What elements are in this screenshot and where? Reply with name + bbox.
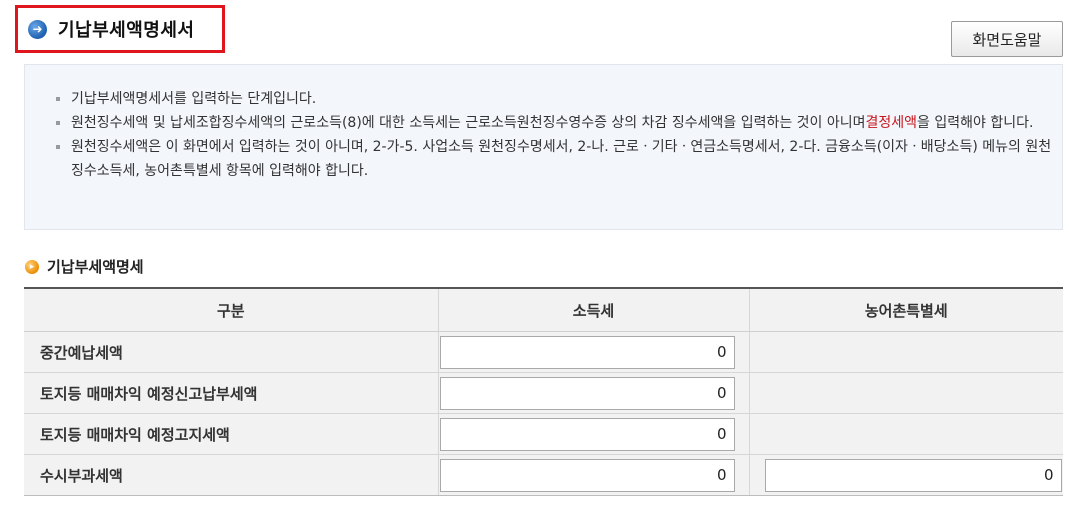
page-title: 기납부세액명세서	[58, 20, 195, 41]
rural-tax-cell-empty	[748, 372, 1063, 414]
info-text-2-post: 을 입력해야 합니다.	[917, 115, 1034, 131]
info-list: 기납부세액명세서를 입력하는 단계입니다. 원천징수세액 및 납세조합징수세액의…	[55, 87, 1055, 183]
interim-prepayment-income-tax-input[interactable]	[439, 335, 735, 369]
info-text-2-highlight: 결정세액	[865, 115, 918, 131]
rural-tax-cell-empty	[748, 413, 1063, 455]
row-label: 토지등 매매차익 예정신고납부세액	[24, 372, 438, 414]
info-item-1: 기납부세액명세서를 입력하는 단계입니다.	[55, 87, 1055, 111]
info-item-2: 원천징수세액 및 납세조합징수세액의 근로소득(8)에 대한 소득세는 근로소득…	[55, 111, 1055, 135]
column-header-income-tax: 소득세	[437, 287, 749, 332]
table-row: 중간예납세액	[24, 331, 1063, 373]
table-row: 토지등 매매차익 예정고지세액	[24, 413, 1063, 455]
column-header-category: 구분	[24, 287, 438, 332]
prepaid-tax-table: 구분 소득세 농어촌특별세 중간예납세액 토지등 매매차익 예정신고납부세액 토…	[24, 287, 1063, 496]
income-tax-cell	[437, 454, 749, 496]
rural-tax-cell-empty	[748, 331, 1063, 373]
info-text-3: 원천징수세액은 이 화면에서 입력하는 것이 아니며, 2-가-5. 사업소득 …	[71, 139, 1052, 179]
info-text-1: 기납부세액명세서를 입력하는 단계입니다.	[71, 91, 317, 107]
row-label: 수시부과세액	[24, 454, 438, 496]
rural-tax-cell	[748, 454, 1063, 496]
info-text-2-pre: 원천징수세액 및 납세조합징수세액의 근로소득(8)에 대한 소득세는 근로소득…	[71, 115, 866, 131]
income-tax-cell	[437, 372, 749, 414]
income-tax-cell	[437, 331, 749, 373]
page-title-box: ➜ 기납부세액명세서	[15, 5, 225, 53]
arrow-right-circle-icon: ▸	[25, 259, 39, 274]
info-box: 기납부세액명세서를 입력하는 단계입니다. 원천징수세액 및 납세조합징수세액의…	[24, 64, 1063, 230]
land-gain-notice-income-tax-input[interactable]	[439, 417, 735, 451]
occasional-assessment-income-tax-input[interactable]	[439, 458, 735, 492]
land-gain-prepaid-report-income-tax-input[interactable]	[439, 376, 735, 410]
help-button[interactable]: 화면도움말	[951, 21, 1063, 57]
table-header-row: 구분 소득세 농어촌특별세	[24, 287, 1063, 332]
section-title: 기납부세액명세	[47, 258, 144, 276]
income-tax-cell	[437, 413, 749, 455]
info-item-3: 원천징수세액은 이 화면에서 입력하는 것이 아니며, 2-가-5. 사업소득 …	[55, 135, 1055, 183]
occasional-assessment-rural-tax-input[interactable]	[764, 458, 1062, 492]
row-label: 토지등 매매차익 예정고지세액	[24, 413, 438, 455]
row-label: 중간예납세액	[24, 331, 438, 373]
table-row: 토지등 매매차익 예정신고납부세액	[24, 372, 1063, 414]
section-heading: ▸ 기납부세액명세	[25, 256, 144, 277]
column-header-rural-tax: 농어촌특별세	[748, 287, 1063, 332]
arrow-right-circle-icon: ➜	[28, 19, 47, 39]
table-row: 수시부과세액	[24, 454, 1063, 496]
